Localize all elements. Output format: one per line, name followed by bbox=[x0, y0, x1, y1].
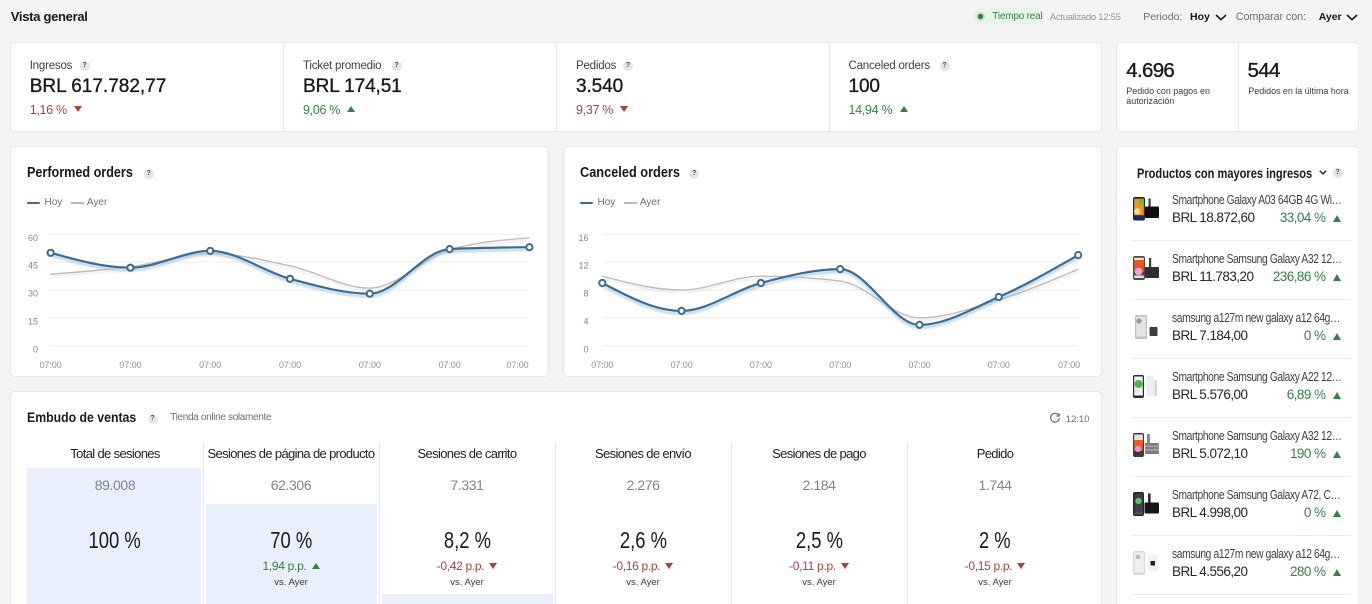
svg-text:07:00: 07:00 bbox=[199, 360, 221, 370]
svg-text:15: 15 bbox=[28, 317, 38, 327]
svg-text:30: 30 bbox=[28, 289, 38, 299]
svg-text:07:00: 07:00 bbox=[750, 360, 772, 370]
svg-text:60: 60 bbox=[28, 233, 38, 243]
svg-text:45: 45 bbox=[28, 261, 38, 271]
svg-text:0: 0 bbox=[583, 344, 588, 354]
svg-text:07:00: 07:00 bbox=[591, 360, 613, 370]
svg-text:8: 8 bbox=[583, 289, 588, 299]
svg-text:07:00: 07:00 bbox=[908, 360, 930, 370]
svg-text:07:00: 07:00 bbox=[671, 360, 693, 370]
svg-text:07:00: 07:00 bbox=[359, 360, 381, 370]
svg-text:07:00: 07:00 bbox=[279, 360, 301, 370]
svg-text:07:00: 07:00 bbox=[506, 360, 528, 370]
svg-text:07:00: 07:00 bbox=[829, 360, 851, 370]
svg-text:12: 12 bbox=[578, 261, 588, 271]
svg-text:07:00: 07:00 bbox=[119, 360, 141, 370]
svg-text:16: 16 bbox=[578, 233, 588, 243]
svg-text:07:00: 07:00 bbox=[1058, 360, 1080, 370]
svg-text:4: 4 bbox=[583, 317, 588, 327]
svg-text:07:00: 07:00 bbox=[40, 360, 62, 370]
svg-text:07:00: 07:00 bbox=[988, 360, 1010, 370]
svg-text:0: 0 bbox=[33, 344, 38, 354]
svg-text:07:00: 07:00 bbox=[439, 360, 461, 370]
